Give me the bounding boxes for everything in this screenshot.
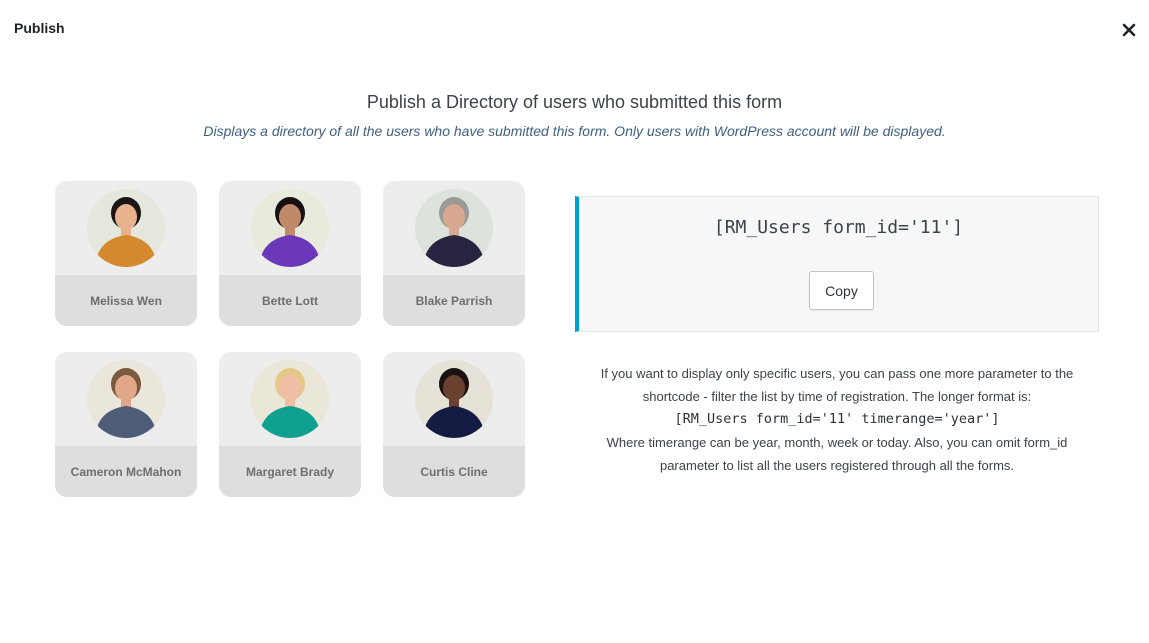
avatar <box>87 360 165 438</box>
modal-title: Publish <box>14 20 65 36</box>
user-card: Margaret Brady <box>219 352 361 497</box>
user-name: Melissa Wen <box>55 275 197 326</box>
help-line-1: If you want to display only specific use… <box>600 366 1074 404</box>
avatar <box>251 189 329 267</box>
shortcode-text: [RM_Users form_id='11'] <box>713 217 964 238</box>
user-name: Curtis Cline <box>383 446 525 497</box>
avatar <box>251 360 329 438</box>
user-photo-icon <box>251 360 329 438</box>
user-name: Blake Parrish <box>383 275 525 326</box>
user-card: Blake Parrish <box>383 181 525 326</box>
page-subtitle: Displays a directory of all the users wh… <box>203 123 946 139</box>
user-card: Curtis Cline <box>383 352 525 497</box>
user-name: Bette Lott <box>219 275 361 326</box>
avatar <box>415 189 493 267</box>
user-card: Bette Lott <box>219 181 361 326</box>
avatar <box>87 189 165 267</box>
user-photo-icon <box>87 360 165 438</box>
user-photo-icon <box>415 360 493 438</box>
user-photo-icon <box>251 189 329 267</box>
user-card: Cameron McMahon <box>55 352 197 497</box>
user-card: Melissa Wen <box>55 181 197 326</box>
page-title: Publish a Directory of users who submitt… <box>366 92 783 112</box>
close-icon <box>1122 23 1136 37</box>
avatar <box>415 360 493 438</box>
user-name: Margaret Brady <box>219 446 361 497</box>
help-code-example: [RM_Users form_id='11' timerange='year'] <box>674 411 1000 427</box>
user-photo-icon <box>415 189 493 267</box>
user-name: Cameron McMahon <box>55 446 197 497</box>
help-text: If you want to display only specific use… <box>576 362 1098 477</box>
help-line-2: Where timerange can be year, month, week… <box>606 435 1068 473</box>
shortcode-box: [RM_Users form_id='11'] Copy <box>575 196 1099 332</box>
copy-button[interactable]: Copy <box>809 271 874 310</box>
user-photo-icon <box>87 189 165 267</box>
close-button[interactable] <box>1119 20 1139 40</box>
